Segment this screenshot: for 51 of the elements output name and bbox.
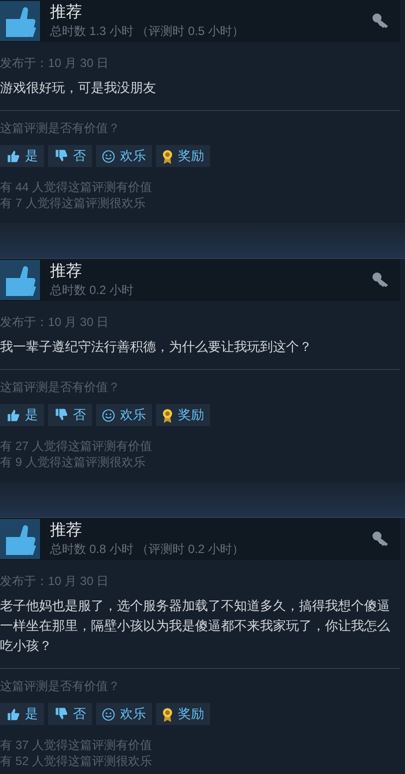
vote-button[interactable]: 否 [48,404,92,426]
vote-button[interactable]: 是 [0,404,44,426]
vote-count-text: 有 7 人觉得这篇评测很欢乐 [0,195,146,211]
thumbs-down-icon [54,408,68,422]
verdict-title: 推荐 [50,262,83,282]
playtime-text: 总时数 1.3 小时 （评测时 0.5 小时） [50,23,246,39]
thumbs-up-icon [0,519,40,559]
thumbs-up-icon [0,1,40,41]
review-text: 老子他妈也是服了，选个服务器加载了不知道多久，搞得我想个傻逼一样坐在那里，隔壁小孩以为我是傻逼都不来我家玩了，你让我怎么吃小孩？ [0,597,391,655]
award-ribbon-icon [162,706,173,722]
award-button[interactable]: 奖励 [156,145,210,167]
posted-date: 发布于：10 月 30 日 [0,573,110,589]
vote-button[interactable]: 欢乐 [96,404,152,426]
thumbs-down-icon [54,707,68,721]
key-icon [372,13,390,29]
vote-count-text: 有 52 人觉得这篇评测很欢乐 [0,753,154,769]
thumbs-down-icon [54,149,68,163]
award-ribbon-icon [162,408,173,422]
review-text: 游戏很好玩，可是我没朋友 [0,79,157,97]
vote-button[interactable]: 是 [0,703,44,725]
vote-count-text: 有 27 人觉得这篇评测有价值 [0,438,154,454]
thumbs-up-icon [6,408,20,422]
award-button[interactable]: 奖励 [156,703,210,725]
helpful-prompt: 这篇评测是否有价值？ [0,379,121,395]
posted-date: 发布于：10 月 30 日 [0,55,110,71]
thumbs-up-icon [6,149,20,163]
review-text: 我一辈子遵纪守法行善积德，为什么要让我玩到这个？ [0,338,313,356]
helpful-prompt: 这篇评测是否有价值？ [0,678,121,694]
vote-count-text: 有 9 人觉得这篇评测很欢乐 [0,454,146,470]
vote-button[interactable]: 否 [48,145,92,167]
smiley-icon [102,150,115,162]
thumbs-up-icon [0,260,40,300]
playtime-text: 总时数 0.8 小时 （评测时 0.2 小时） [50,541,246,557]
smiley-icon [102,408,115,422]
posted-date: 发布于：10 月 30 日 [0,314,110,330]
key-icon [372,531,390,547]
helpful-prompt: 这篇评测是否有价值？ [0,120,121,136]
award-button[interactable]: 奖励 [156,404,210,426]
vote-count-text: 有 44 人觉得这篇评测有价值 [0,179,154,195]
vote-button[interactable]: 欢乐 [96,703,152,725]
smiley-icon [102,708,115,720]
award-ribbon-icon [162,148,173,164]
vote-button[interactable]: 是 [0,145,44,167]
verdict-title: 推荐 [50,521,83,541]
thumbs-up-icon [6,707,20,721]
vote-button[interactable]: 否 [48,703,92,725]
playtime-text: 总时数 0.2 小时 [50,282,134,298]
vote-count-text: 有 37 人觉得这篇评测有价值 [0,737,154,753]
verdict-title: 推荐 [50,3,83,23]
vote-button[interactable]: 欢乐 [96,145,152,167]
key-icon [372,272,390,288]
